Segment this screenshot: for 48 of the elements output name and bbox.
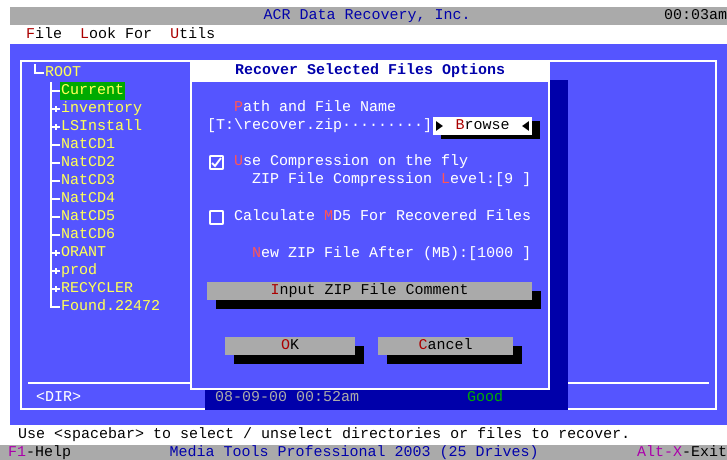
folder-name[interactable]: NatCD4 <box>60 190 116 208</box>
right-triangle-icon <box>436 121 443 131</box>
menu-item[interactable]: File <box>26 26 62 44</box>
left-triangle-icon <box>522 121 529 131</box>
exit-key[interactable]: Alt-X-Exit <box>636 445 727 460</box>
clock: 00:03am <box>664 7 727 25</box>
field-label: Path and File Name <box>234 99 396 116</box>
checkbox[interactable] <box>209 210 224 224</box>
folder-name[interactable]: prod <box>60 262 98 280</box>
plus-icon[interactable] <box>52 249 60 257</box>
menu-item[interactable]: Look For <box>80 26 152 44</box>
plus-icon[interactable] <box>52 123 60 131</box>
plus-icon[interactable] <box>52 267 60 275</box>
entry-type: <DIR> <box>36 389 82 407</box>
option-label: Use Compression on the fly <box>234 153 468 171</box>
folder-name[interactable]: NatCD1 <box>60 136 116 154</box>
comment-button[interactable]: Input ZIP File Comment <box>207 282 532 300</box>
browse-button[interactable]: Browse <box>433 117 532 135</box>
folder-name[interactable]: ROOT <box>44 64 82 82</box>
folder-name[interactable]: NatCD3 <box>60 172 116 190</box>
entry-status: Good <box>467 389 504 407</box>
folder-name[interactable]: NatCD6 <box>60 226 116 244</box>
ok-button[interactable]: OK <box>225 337 355 355</box>
folder-name[interactable]: NatCD5 <box>60 208 116 226</box>
folder-name[interactable]: NatCD2 <box>60 154 116 172</box>
status-message: Use <spacebar> to select / unselect directories or files to recover. <box>18 426 630 444</box>
menu-item[interactable]: Utils <box>170 26 216 44</box>
folder-name[interactable]: inventory <box>60 100 144 118</box>
path-field[interactable]: [T:\recover.zip·········] <box>207 117 433 135</box>
folder-name[interactable]: Found.22472 <box>60 298 162 316</box>
entry-date: 08-09-00 00:52am <box>215 389 360 407</box>
option-label: Calculate MD5 For Recovered Files <box>234 208 532 226</box>
cancel-button[interactable]: Cancel <box>378 337 513 355</box>
folder-name[interactable]: Current <box>60 82 126 100</box>
level-field[interactable]: [9 ] <box>495 171 532 189</box>
folder-name[interactable]: LSInstall <box>60 118 144 136</box>
folder-name[interactable]: ORANT <box>60 244 108 262</box>
size-field[interactable]: [1000 ] <box>468 245 532 263</box>
field-label: ZIP File Compression Level: <box>252 171 496 189</box>
dialog-title: Recover Selected Files Options <box>192 62 548 82</box>
window-title: ACR Data Recovery, Inc. <box>263 7 471 25</box>
checkbox[interactable] <box>209 154 224 170</box>
help-key[interactable]: F1-Help <box>8 445 72 460</box>
plus-icon[interactable] <box>52 105 60 113</box>
plus-icon[interactable] <box>52 285 60 293</box>
folder-name[interactable]: RECYCLER <box>60 280 134 298</box>
field-label: New ZIP File After (MB): <box>252 245 468 263</box>
product-name: Media Tools Professional 2003 (25 Drives) <box>169 445 539 460</box>
